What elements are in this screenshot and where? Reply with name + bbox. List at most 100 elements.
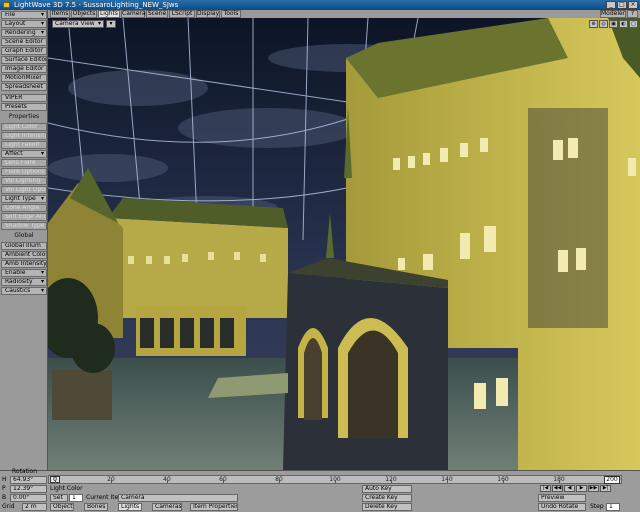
tab-objects[interactable]: Objects: [71, 10, 97, 18]
bank-field[interactable]: 0.00°: [10, 494, 47, 502]
presets-button[interactable]: Presets: [1, 103, 47, 111]
light-falloff-button[interactable]: Light Falloff: [1, 141, 47, 149]
help-button[interactable]: ?: [627, 10, 638, 18]
p-label: P: [2, 485, 6, 492]
delete-key-button[interactable]: Delete Key: [362, 503, 412, 511]
graph-editor-button[interactable]: Graph Editor: [1, 47, 47, 55]
window-controls: _ □ ×: [606, 1, 638, 9]
tab-items[interactable]: Items: [50, 10, 70, 18]
step-field[interactable]: 1: [606, 503, 620, 511]
vol-lighting-button[interactable]: Vol Lighting: [1, 177, 47, 185]
undo-button[interactable]: Undo Rotate: [538, 503, 586, 511]
last-frame-button[interactable]: ▶|: [600, 485, 611, 492]
tab-scene[interactable]: Scene: [146, 10, 168, 18]
viewport-controls: ⊕ ◎ ▣ ◐ ▢: [589, 20, 638, 28]
bottom-panel: Rotation H 64.93° P 12.39° B 0.00° Grid …: [0, 468, 640, 512]
back-building: [108, 218, 288, 318]
viper-button[interactable]: VIPER: [1, 94, 47, 102]
maximize-view-icon[interactable]: ▢: [629, 20, 638, 28]
filter-bones-button[interactable]: Bones: [84, 503, 108, 511]
vol-light-options-button[interactable]: Vol Light Options: [1, 186, 47, 194]
amb-intensity-button[interactable]: Amb Intensity: [1, 260, 47, 268]
global-header: Global: [14, 232, 34, 239]
cone-angle-button[interactable]: Cone Angle: [1, 204, 47, 212]
timeline-tick-mark: [335, 480, 336, 483]
close-button[interactable]: ×: [628, 1, 638, 9]
light-color-button[interactable]: Light Color: [1, 123, 47, 131]
camera-viewport[interactable]: Camera View ▾ ⊕ ◎ ▣ ◐ ▢: [48, 18, 640, 470]
create-key-button[interactable]: Create Key: [362, 494, 412, 502]
window-title: LightWave 3D 7.5 - SussaroLighting_NEW_S…: [14, 1, 179, 9]
current-item-select[interactable]: Camera: [118, 494, 238, 502]
caustics-menu[interactable]: Caustics: [1, 287, 47, 295]
motionmixer-button[interactable]: MotionMixer: [1, 74, 47, 82]
tab-tools[interactable]: Tools: [221, 10, 241, 18]
global-illum-button[interactable]: Global Illum: [1, 242, 47, 250]
tab-lscript[interactable]: LScript: [169, 10, 195, 18]
light-type-menu[interactable]: Light Type: [1, 195, 47, 203]
b-label: B: [2, 494, 7, 501]
render-mode-icon[interactable]: ◐: [619, 20, 628, 28]
timeline-tick-mark: [447, 480, 448, 483]
timeline-tick-mark: [503, 480, 504, 483]
preview-select[interactable]: Preview: [538, 494, 586, 502]
radiosity-menu[interactable]: Radiosity: [1, 278, 47, 286]
h-label: H: [2, 476, 7, 483]
file-menu[interactable]: File: [1, 11, 47, 19]
view-mode-select[interactable]: Camera View: [52, 20, 104, 28]
ambient-color-button[interactable]: Ambient Color: [1, 251, 47, 259]
image-editor-button[interactable]: Image Editor: [1, 65, 47, 73]
heading-field[interactable]: 64.93°: [10, 476, 47, 484]
fast-forward-button[interactable]: ▶▶: [588, 485, 599, 492]
grid-size-field[interactable]: 2 m: [22, 503, 47, 511]
rewind-button[interactable]: ◀◀: [552, 485, 563, 492]
set-key-button[interactable]: Set: [50, 494, 68, 502]
move-view-icon[interactable]: ⊕: [589, 20, 598, 28]
surface-editor-button[interactable]: Surface Editor: [1, 56, 47, 64]
soft-edge-angle-button[interactable]: Soft Edge Angle: [1, 213, 47, 221]
lens-flare-button[interactable]: Lens Flare: [1, 159, 47, 167]
play-backward-button[interactable]: ◀: [564, 485, 575, 492]
scene-editor-button[interactable]: Scene Editor: [1, 38, 47, 46]
rendered-scene: [48, 18, 640, 470]
spreadsheet-button[interactable]: Spreadsheet: [1, 83, 47, 91]
view-options-button[interactable]: ▾: [106, 20, 116, 28]
tab-camera[interactable]: Camera: [121, 10, 146, 18]
filter-objects-button[interactable]: Objects: [50, 503, 74, 511]
set-frame-field[interactable]: 1: [69, 494, 83, 502]
maximize-button[interactable]: □: [617, 1, 627, 9]
auto-key-button[interactable]: Auto Key: [362, 485, 412, 493]
layout-menu[interactable]: Layout: [1, 20, 47, 28]
play-forward-button[interactable]: ▶: [576, 485, 587, 492]
shadow-type-button[interactable]: Shadow Type: [1, 222, 47, 230]
modeler-button[interactable]: Modeler: [600, 10, 626, 18]
rotate-view-icon[interactable]: ◎: [599, 20, 608, 28]
filter-lights-button[interactable]: Lights: [118, 503, 142, 511]
tab-lights[interactable]: Lights: [98, 10, 120, 18]
grid-label: Grid: [2, 503, 15, 510]
light-color-status: Light Color: [50, 485, 83, 492]
item-properties-button[interactable]: Item Properties: [190, 503, 238, 511]
timeline-tick-mark: [111, 480, 112, 483]
minimize-button[interactable]: _: [606, 1, 616, 9]
filter-cameras-button[interactable]: Cameras: [152, 503, 182, 511]
end-frame-field[interactable]: 200: [604, 476, 620, 484]
timeline-tick-mark: [167, 480, 168, 483]
stone-well: [52, 370, 112, 420]
timeline-tick-mark: [279, 480, 280, 483]
tab-bar: Items Objects Lights Camera Scene LScrip…: [48, 10, 640, 18]
zoom-view-icon[interactable]: ▣: [609, 20, 618, 28]
rendering-menu[interactable]: Rendering: [1, 29, 47, 37]
affect-menu[interactable]: Affect: [1, 150, 47, 158]
flare-options-button[interactable]: Flare Options: [1, 168, 47, 176]
tab-display[interactable]: Display: [196, 10, 220, 18]
timeline-tick-mark: [391, 480, 392, 483]
timeline-tick-mark: [559, 480, 560, 483]
timeline-slider[interactable]: 0 020406080100120140160180200: [48, 475, 622, 484]
properties-header: Properties: [8, 113, 40, 120]
first-frame-button[interactable]: |◀: [540, 485, 551, 492]
lightwave-app-icon: [3, 2, 10, 8]
light-intensity-button[interactable]: Light Intensity: [1, 132, 47, 140]
enable-menu[interactable]: Enable: [1, 269, 47, 277]
pitch-field[interactable]: 12.39°: [10, 485, 47, 493]
